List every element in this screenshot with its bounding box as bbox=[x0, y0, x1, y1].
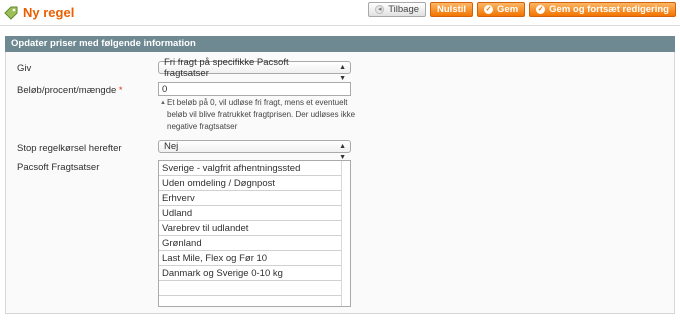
save-button[interactable]: ✓ Gem bbox=[477, 2, 526, 17]
stop-label: Stop regelkørsel herefter bbox=[17, 143, 122, 154]
amount-label-text: Beløb/procent/mængde bbox=[17, 85, 117, 96]
reset-button-label: Nulstil bbox=[437, 4, 467, 15]
rate-option[interactable]: Erhverv bbox=[159, 191, 342, 206]
rate-option[interactable]: Sverige - valgfrit afhentningssted bbox=[159, 161, 342, 176]
give-select-value: Fri fragt på specifikke Pacsoft fragtsat… bbox=[164, 56, 289, 79]
amount-note: ▲ Et beløb på 0, vil udløse fri fragt, m… bbox=[160, 97, 360, 133]
back-arrow-icon: ◂ bbox=[375, 5, 385, 14]
multiselect-scrollbar[interactable] bbox=[341, 161, 350, 306]
rates-multiselect[interactable]: Sverige - valgfrit afhentningssted Uden … bbox=[158, 160, 351, 307]
save-button-label: Gem bbox=[497, 4, 519, 15]
note-arrow-icon: ▲ bbox=[160, 100, 166, 106]
required-mark: * bbox=[118, 85, 123, 96]
rate-option[interactable]: Last Mile, Flex og Før 10 bbox=[159, 251, 342, 266]
amount-input[interactable]: 0 bbox=[158, 82, 351, 96]
amount-label: Beløb/procent/mængde * bbox=[17, 85, 123, 96]
save-continue-check-icon: ✓ bbox=[536, 5, 546, 14]
rate-option-empty bbox=[159, 281, 342, 296]
save-check-icon: ✓ bbox=[484, 5, 494, 14]
save-and-continue-button[interactable]: ✓ Gem og fortsæt redigering bbox=[529, 2, 676, 17]
rate-option[interactable]: Udland bbox=[159, 206, 342, 221]
select-arrows-icon: ▲ ▼ bbox=[339, 64, 346, 82]
give-select[interactable]: Fri fragt på specifikke Pacsoft fragtsat… bbox=[158, 57, 351, 82]
page-header: Ny regel bbox=[4, 5, 74, 20]
rate-option[interactable]: Uden omdeling / Døgnpost bbox=[159, 176, 342, 191]
rate-option[interactable]: Grønland bbox=[159, 236, 342, 251]
save-and-continue-label: Gem og fortsæt redigering bbox=[549, 4, 669, 15]
stop-select[interactable]: Nej ▲ ▼ bbox=[158, 140, 351, 161]
reset-button[interactable]: Nulstil bbox=[430, 2, 474, 17]
section-header: Opdater priser med følgende information bbox=[5, 36, 675, 52]
stop-select-value: Nej bbox=[164, 141, 179, 152]
rates-label: Pacsoft Fragtsatser bbox=[17, 162, 100, 173]
back-button-label: Tilbage bbox=[388, 4, 420, 15]
rule-icon bbox=[4, 6, 18, 20]
rate-option[interactable]: Danmark og Sverige 0-10 kg bbox=[159, 266, 342, 281]
rate-option[interactable]: Varebrev til udlandet bbox=[159, 221, 342, 236]
action-buttons: ◂ Tilbage Nulstil ✓ Gem ✓ Gem og fortsæt… bbox=[368, 2, 676, 17]
give-label: Giv bbox=[17, 63, 32, 74]
page-title: Ny regel bbox=[23, 5, 75, 20]
amount-note-text: Et beløb på 0, vil udløse fri fragt, men… bbox=[167, 98, 356, 131]
header-divider bbox=[0, 25, 680, 26]
back-button[interactable]: ◂ Tilbage bbox=[368, 2, 427, 17]
